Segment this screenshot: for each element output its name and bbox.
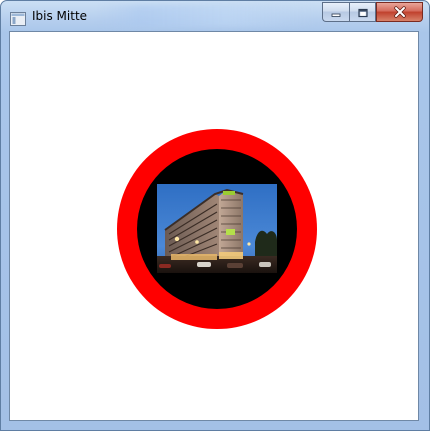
close-button[interactable] [376,2,423,22]
close-icon [393,3,407,22]
caption-buttons [322,2,423,23]
maximize-button[interactable] [349,2,376,22]
black-disc [137,149,297,309]
red-ring [117,129,317,329]
app-window: Ibis Mitte [0,0,430,431]
app-window-icon[interactable] [10,11,26,26]
window-title: Ibis Mitte [32,9,88,23]
hotel-building-photo [157,184,277,273]
restore-icon [357,3,369,22]
minimize-button[interactable] [322,2,349,22]
title-bar-reflection [97,5,317,27]
minimize-icon [330,3,342,22]
window-client-area [9,31,419,421]
title-bar[interactable]: Ibis Mitte [1,1,429,31]
